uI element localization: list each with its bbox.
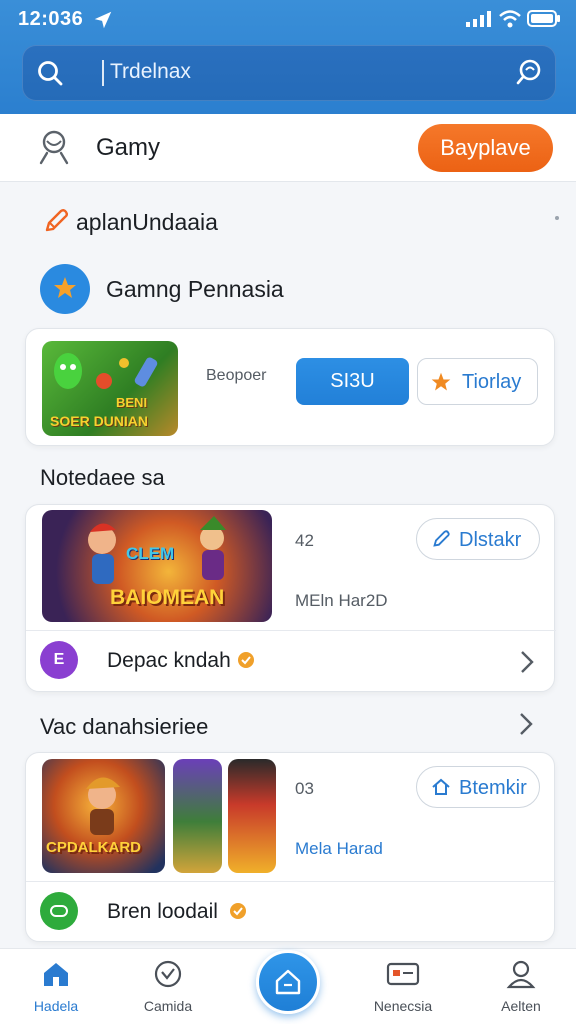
- action-button-label: Dlstakr: [459, 529, 522, 551]
- status-bar: 12:036: [0, 0, 576, 38]
- verified-badge-icon: [230, 903, 246, 919]
- home-outline-icon: [275, 969, 301, 995]
- pencil-icon: [45, 209, 68, 232]
- section-title-4: Vac danahsieriee: [40, 714, 209, 739]
- chevron-right-icon[interactable]: [518, 711, 534, 737]
- game-thumbnail-2[interactable]: CLEM BAIOMEAN: [42, 510, 272, 622]
- game-card-2[interactable]: CLEM BAIOMEAN 42 Dlstakr MEln Har2D E De…: [25, 504, 556, 693]
- green-badge: [40, 892, 78, 930]
- badge-ring: [50, 905, 68, 917]
- signal-icon: [466, 11, 491, 27]
- card2-row-label: Depac kndah: [107, 649, 231, 672]
- nav-label: Aelten: [501, 998, 541, 1014]
- secondary-button[interactable]: Tiorlay: [417, 358, 538, 405]
- search-caret: [102, 60, 104, 86]
- user-name: Gamy: [96, 134, 161, 161]
- section-title-3: Notedaee sa: [40, 465, 165, 490]
- user-row: Gamy Bayplave: [0, 114, 576, 182]
- search-icon[interactable]: [36, 59, 64, 87]
- card3-meta: Mela Harad: [295, 839, 383, 858]
- card3-row[interactable]: Bren loodail: [26, 882, 556, 943]
- thumb-title-top: CLEM: [126, 544, 175, 563]
- nav-item-profile[interactable]: Aelten: [476, 959, 566, 1014]
- user-avatar-icon[interactable]: [36, 127, 72, 167]
- thumb-title: CPDALKARD: [46, 839, 141, 856]
- verified-badge-icon: [238, 652, 254, 668]
- home-icon: [432, 778, 450, 795]
- nav-label: Hadela: [33, 998, 79, 1014]
- game-thumbnail-3c[interactable]: [228, 759, 276, 873]
- secondary-button-label: Tiorlay: [462, 371, 522, 393]
- primary-button[interactable]: SI3U: [296, 358, 409, 405]
- card2-count: 42: [295, 531, 314, 550]
- nav-label: Nenecsia: [373, 998, 433, 1014]
- voice-search-icon[interactable]: [514, 57, 544, 87]
- star-badge: [40, 264, 90, 314]
- card2-row[interactable]: E Depac kndah: [26, 631, 556, 693]
- search-bar[interactable]: Trdelnax: [22, 45, 556, 101]
- home-icon: [44, 963, 68, 986]
- card3-count: 03: [295, 779, 314, 798]
- thumb-title-bottom: BAIOMEAN: [110, 586, 225, 609]
- compass-icon: [154, 960, 182, 988]
- section-title-2: Gamng Pennasia: [106, 276, 284, 302]
- chevron-right-icon[interactable]: [519, 649, 535, 675]
- location-arrow-icon: [94, 11, 112, 29]
- card1-subtitle: Beopoer: [206, 367, 267, 384]
- thumb-title-top: BENI: [116, 395, 148, 410]
- game-card-3[interactable]: CPDALKARD 03 Btemkir Mela Harad Bren loo…: [25, 752, 556, 943]
- game-thumbnail-1[interactable]: BENI SOER DUNIAN: [42, 341, 178, 436]
- star-icon: [54, 277, 76, 298]
- search-input[interactable]: Trdelnax: [110, 60, 191, 84]
- status-time: 12:036: [18, 8, 84, 30]
- action-button-label: Btemkir: [459, 777, 527, 799]
- user-icon: [506, 960, 536, 989]
- card3-row-label: Bren loodail: [107, 900, 218, 923]
- wifi-icon: [499, 10, 521, 28]
- card-icon: [386, 962, 420, 986]
- thumb-title-bottom: SOER DUNIAN: [50, 413, 149, 429]
- star-icon: [431, 372, 451, 391]
- nav-item-messages[interactable]: Nenecsia: [358, 959, 448, 1014]
- play-button[interactable]: Bayplave: [418, 124, 553, 172]
- action-button[interactable]: Btemkir: [416, 766, 540, 808]
- more-dot: [555, 216, 559, 220]
- purple-badge: E: [40, 641, 78, 679]
- nav-item-discover[interactable]: Camida: [123, 959, 213, 1014]
- nav-item-home[interactable]: Hadela: [11, 959, 101, 1014]
- game-thumbnail-3[interactable]: CPDALKARD: [42, 759, 165, 873]
- game-card-1[interactable]: BENI SOER DUNIAN Beopoer SI3U Tiorlay: [25, 328, 555, 446]
- nav-label: Camida: [143, 998, 193, 1014]
- action-button[interactable]: Dlstakr: [416, 518, 540, 560]
- game-thumbnail-3b[interactable]: [173, 759, 222, 873]
- card2-meta: MEln Har2D: [295, 591, 388, 610]
- section-title-1: aplanUndaaia: [76, 209, 218, 235]
- badge-letter: E: [53, 651, 65, 668]
- center-action-button[interactable]: [256, 950, 320, 1014]
- battery-icon: [527, 10, 560, 27]
- pencil-icon: [433, 530, 450, 547]
